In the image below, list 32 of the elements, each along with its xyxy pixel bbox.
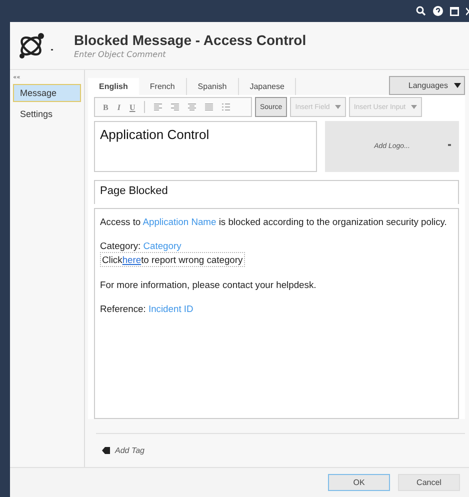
align-icon [205,103,214,111]
message-text: Access to Application Name is blocked according to the organization security policy. [100,215,448,228]
caret-icon [334,105,341,109]
logo-icon[interactable] [18,32,54,60]
title-field[interactable]: Application Control [94,121,317,172]
caret-icon [410,105,417,109]
window-title: Blocked Message - Access Control [74,32,306,48]
search-icon[interactable] [416,6,426,16]
dialog-button[interactable]: Cancel [398,474,460,491]
dialog-button[interactable]: OK [328,474,390,491]
report-link[interactable]: here [122,254,142,265]
message-text: Category: Category [100,239,182,252]
languages-button[interactable]: Languages [389,76,465,95]
heading-field[interactable]: Page Blocked [94,180,459,204]
caret-icon [448,144,451,146]
help-icon[interactable] [433,6,443,16]
language-tab[interactable]: English [88,78,139,95]
message-text: Clickhereto report wrong category [100,252,245,267]
sidebar-item[interactable]: Message [13,84,81,102]
caret-icon [454,83,461,88]
message-editor[interactable] [94,208,459,419]
list-icon [222,103,230,111]
add-tag-link[interactable]: Add Tag [115,446,145,455]
align-icon [171,103,180,111]
sidebar-item[interactable]: Settings [13,105,81,123]
align-icon [188,103,196,111]
close-icon[interactable] [466,6,469,16]
maximize-icon[interactable] [450,6,459,16]
message-text: For more information, please contact your helpdesk. [100,278,318,291]
align-icon [154,103,162,111]
tag-icon [102,447,110,454]
message-text: Reference: Incident ID [100,302,194,315]
